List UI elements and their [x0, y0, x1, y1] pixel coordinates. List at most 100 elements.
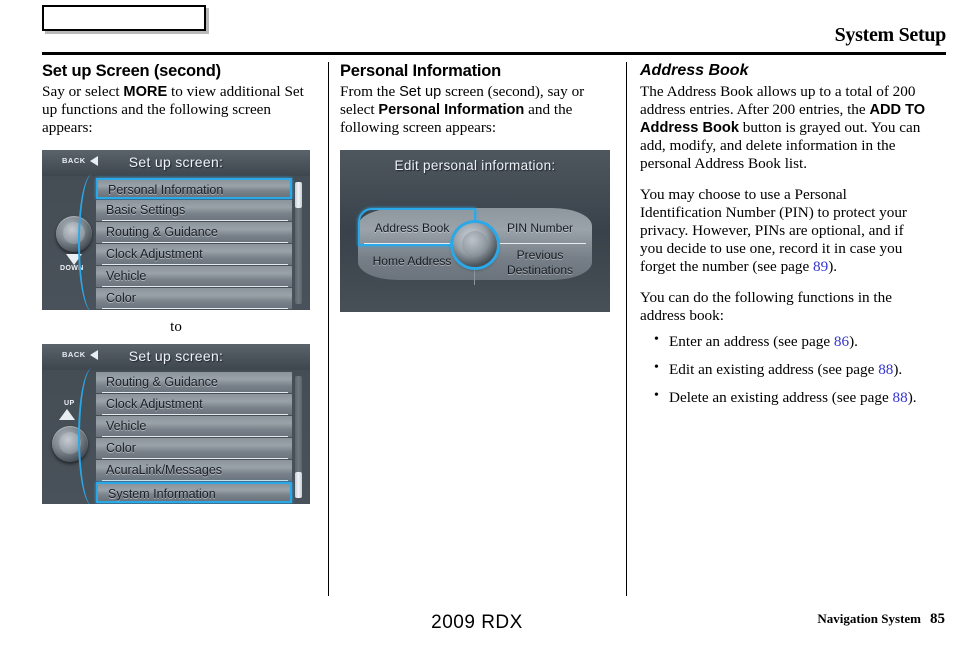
footer-page-number: 85: [930, 611, 945, 627]
quad-button-home-address[interactable]: Home Address: [362, 254, 462, 268]
menu-separator: [102, 392, 288, 394]
quad-button-previous-destinations-line2[interactable]: Destinations: [490, 263, 590, 277]
more-bold-label: MORE: [123, 84, 168, 100]
screen2-knob-icon[interactable]: [52, 426, 88, 463]
menu-separator: [102, 286, 288, 288]
footer-model-label: 2009 RDX: [431, 612, 523, 633]
menu-item-vehicle[interactable]: Vehicle: [96, 416, 292, 438]
screen1-direction-label: DOWN: [60, 265, 84, 273]
list-item: Delete an existing address (see page 88)…: [654, 388, 930, 407]
bullet-text-b: ).: [849, 332, 858, 350]
address-book-paragraph-2: You may choose to use a Personal Identif…: [640, 186, 930, 276]
quad-button-address-book[interactable]: Address Book: [362, 221, 462, 235]
menu-item-label: Personal Information: [108, 183, 224, 198]
menu-separator: [102, 264, 288, 266]
edit-personal-information-image: Edit personal information: Address Book …: [340, 150, 610, 313]
address-book-function-list: Enter an address (see page 86). Edit an …: [640, 332, 930, 407]
screen2-up-arrow-icon: [59, 409, 75, 421]
screen2-scrollbar-thumb[interactable]: [295, 472, 302, 499]
screen1-scrollbar-thumb[interactable]: [295, 182, 302, 209]
page-reference-link[interactable]: 88: [878, 361, 893, 378]
column-divider-right: [626, 62, 627, 596]
left-heading: Set up Screen (second): [42, 62, 221, 80]
screen2-scrollbar[interactable]: [295, 376, 302, 499]
right-heading: Address Book: [640, 62, 749, 79]
quad-separator-right: [482, 243, 586, 245]
screen1-title: Set up screen:: [128, 154, 224, 171]
screen2-direction-label: UP: [64, 400, 75, 408]
menu-item-vehicle[interactable]: Vehicle: [96, 266, 292, 288]
bullet-text-a: Edit an existing address (see page: [669, 360, 879, 378]
quad-knob-stem: [474, 267, 475, 286]
left-intro-paragraph: Say or select MORE to view additional Se…: [42, 83, 319, 137]
page-reference-link[interactable]: 88: [893, 389, 908, 406]
menu-item-acuralink-messages[interactable]: AcuraLink/Messages: [96, 460, 292, 482]
column-divider-left: [328, 62, 329, 596]
menu-item-label: Clock Adjustment: [106, 397, 203, 412]
setup-sans-label: Set up: [399, 84, 442, 100]
menu-item-label: Vehicle: [106, 269, 147, 284]
menu-item-label: Clock Adjustment: [106, 247, 203, 262]
header-tab-box: [42, 5, 206, 31]
page-reference-link[interactable]: 89: [813, 258, 828, 275]
para2-text-a: You may choose to use a Personal Identif…: [640, 186, 907, 275]
header-rule: [42, 52, 946, 55]
footer-system-label: Navigation System: [817, 611, 921, 626]
menu-item-label: Routing & Guidance: [106, 225, 218, 240]
setup-screen-first-image: BACK Set up screen: DOWN 1 2 3 4 5 6 Per…: [42, 150, 310, 311]
menu-item-routing-guidance[interactable]: Routing & Guidance: [96, 222, 292, 244]
address-book-paragraph-3: You can do the following functions in th…: [640, 288, 892, 324]
menu-item-label: Color: [106, 441, 136, 456]
menu-item-label: AcuraLink/Messages: [106, 463, 223, 478]
bullet-text-b: ).: [907, 388, 917, 406]
left-intro-text-1: Say or select: [42, 83, 124, 100]
menu-item-label: Vehicle: [106, 419, 147, 434]
middle-intro-paragraph: From the Set up screen (second), say or …: [340, 83, 617, 137]
menu-item-routing-guidance[interactable]: Routing & Guidance: [96, 372, 292, 394]
personal-information-bold-label: Personal Information: [378, 102, 525, 119]
menu-separator: [102, 242, 288, 244]
quad-button-previous-destinations-line1[interactable]: Previous: [490, 248, 590, 262]
right-column: Address Book The Address Book allows up …: [640, 62, 930, 417]
list-item: Edit an existing address (see page 88).: [654, 360, 930, 379]
menu-separator: [102, 458, 288, 460]
menu-item-personal-information[interactable]: Personal Information: [96, 178, 292, 200]
left-column: Set up Screen (second) Say or select MOR…: [42, 62, 319, 505]
connector-word: to: [170, 319, 182, 336]
address-book-paragraph-1: The Address Book allows up to a total of…: [640, 83, 930, 173]
bullet-text-a: Enter an address (see page: [669, 332, 834, 350]
middle-heading: Personal Information: [340, 62, 502, 80]
footer-right: Navigation System 85: [817, 611, 945, 628]
menu-item-clock-adjustment[interactable]: Clock Adjustment: [96, 244, 292, 266]
screen1-scrollbar[interactable]: [295, 182, 302, 305]
page-reference-link[interactable]: 86: [834, 333, 849, 350]
screen2-title: Set up screen:: [128, 348, 224, 365]
setup-screen-second-image: BACK Set up screen: UP 1 2 3 4 5 6 Routi…: [42, 344, 310, 505]
menu-item-label: System Information: [108, 487, 216, 502]
quad-button-pin-number[interactable]: PIN Number: [490, 221, 590, 235]
menu-item-system-information[interactable]: System Information: [96, 482, 292, 504]
bullet-text-b: ).: [893, 360, 903, 378]
middle-column: Personal Information From the Set up scr…: [340, 62, 617, 313]
bullet-text-a: Delete an existing address (see page: [669, 388, 893, 406]
menu-item-color[interactable]: Color: [96, 288, 292, 310]
list-item: Enter an address (see page 86).: [654, 332, 930, 351]
menu-item-label: Routing & Guidance: [106, 375, 218, 390]
screen1-down-arrow-icon: [66, 254, 82, 266]
menu-item-label: Basic Settings: [106, 203, 186, 218]
menu-separator: [102, 480, 288, 482]
menu-separator: [102, 220, 288, 222]
screen1-menu-list: Personal Information Basic Settings Rout…: [84, 176, 292, 310]
menu-separator: [102, 308, 288, 310]
menu-separator: [102, 414, 288, 416]
screen2-menu-list: Routing & Guidance Clock Adjustment Vehi…: [84, 370, 292, 504]
menu-separator: [102, 436, 288, 438]
page-title: System Setup: [834, 24, 947, 46]
para2-text-b: ).: [828, 258, 838, 275]
menu-item-label: Color: [106, 291, 136, 306]
menu-item-color[interactable]: Color: [96, 438, 292, 460]
menu-item-basic-settings[interactable]: Basic Settings: [96, 200, 292, 222]
middle-intro-text-1: From the: [340, 83, 400, 100]
quad-screen-title: Edit personal information:: [394, 158, 556, 174]
menu-item-clock-adjustment[interactable]: Clock Adjustment: [96, 394, 292, 416]
